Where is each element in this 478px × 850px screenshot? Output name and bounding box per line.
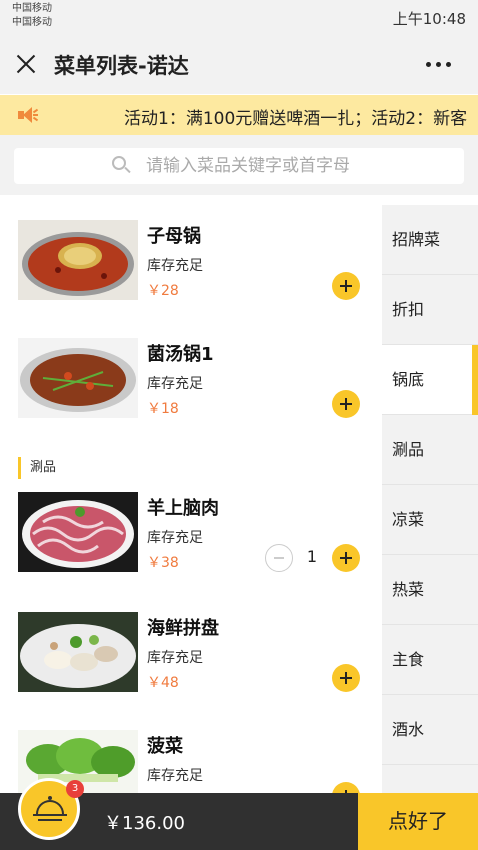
dish-item[interactable]: 菌汤锅1 库存充足 ￥18 (0, 338, 382, 438)
dish-stock: 库存充足 (147, 650, 203, 666)
add-button[interactable] (332, 782, 360, 793)
dish-item[interactable]: 海鲜拼盘 库存充足 ￥48 (0, 612, 382, 712)
checkout-button[interactable]: 点好了 (358, 793, 478, 850)
dish-item[interactable]: 羊上脑肉 库存充足 ￥38 1 (0, 492, 382, 592)
dish-name: 羊上脑肉 (147, 498, 219, 519)
minus-button[interactable] (265, 544, 293, 572)
cloche-icon (33, 796, 67, 822)
close-icon[interactable] (14, 52, 38, 76)
dish-image (18, 220, 138, 300)
category-item[interactable]: 酒水 (382, 695, 478, 765)
category-sidebar: 招牌菜 折扣 锅底 涮品 凉菜 热菜 主食 酒水 (382, 205, 478, 793)
status-bar: 中国移动 中国移动 上午10:48 (0, 0, 478, 34)
dish-name: 菠菜 (147, 736, 183, 757)
category-item-active[interactable]: 锅底 (382, 345, 478, 415)
category-item[interactable]: 折扣 (382, 275, 478, 345)
category-item[interactable]: 涮品 (382, 415, 478, 485)
cart-total: ￥136.00 (104, 813, 185, 834)
category-item[interactable]: 热菜 (382, 555, 478, 625)
add-button[interactable] (332, 272, 360, 300)
dish-price: ￥48 (147, 675, 179, 691)
add-button[interactable] (332, 544, 360, 572)
carrier-label: 中国移动 (12, 3, 52, 14)
add-button[interactable] (332, 664, 360, 692)
quantity-value: 1 (306, 547, 318, 566)
search-input[interactable] (146, 154, 446, 178)
dish-list[interactable]: 子母锅 库存充足 ￥28 菌汤锅1 库存充足 ￥18 涮品 羊上脑肉 库存充足 … (0, 195, 382, 793)
carrier-label: 中国移动 (12, 17, 52, 28)
dish-name: 子母锅 (147, 226, 201, 247)
title-bar: 菜单列表-诺达 (0, 34, 478, 94)
dish-stock: 库存充足 (147, 376, 203, 392)
dish-stock: 库存充足 (147, 258, 203, 274)
dish-item[interactable]: 子母锅 库存充足 ￥28 (0, 220, 382, 320)
category-item[interactable]: 招牌菜 (382, 205, 478, 275)
dish-image (18, 492, 138, 572)
dish-price: ￥18 (147, 401, 179, 417)
category-item[interactable]: 主食 (382, 625, 478, 695)
dish-price: ￥28 (147, 283, 179, 299)
dish-image (18, 612, 138, 692)
dish-stock: 库存充足 (147, 530, 203, 546)
section-header: 涮品 (18, 457, 56, 479)
announcement-text: 活动1：满100元赠送啤酒一扎；活动2：新客 (124, 109, 468, 129)
dish-price: ￥38 (147, 555, 179, 571)
dish-stock: 库存充足 (147, 768, 203, 784)
cart-badge: 3 (66, 780, 84, 798)
search-icon (112, 156, 131, 174)
page-title: 菜单列表-诺达 (54, 54, 189, 78)
search-box[interactable] (14, 148, 464, 184)
speaker-icon (18, 107, 39, 123)
dish-name: 海鲜拼盘 (147, 618, 219, 639)
category-item[interactable]: 凉菜 (382, 485, 478, 555)
add-button[interactable] (332, 390, 360, 418)
dish-name: 菌汤锅1 (147, 344, 214, 365)
search-bar (0, 135, 478, 195)
more-icon[interactable] (426, 62, 452, 68)
dish-image (18, 338, 138, 418)
announcement-banner[interactable]: 活动1：满100元赠送啤酒一扎；活动2：新客 (0, 95, 478, 135)
status-clock: 上午10:48 (392, 10, 466, 28)
